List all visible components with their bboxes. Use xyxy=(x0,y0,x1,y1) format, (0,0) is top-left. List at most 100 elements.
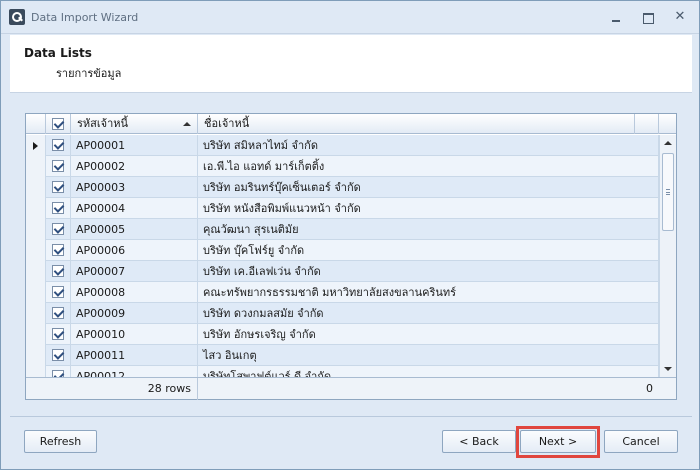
cell-name[interactable]: ไสว อินเกตุ xyxy=(198,345,659,366)
row-checkbox-cell[interactable] xyxy=(46,345,71,366)
cell-name[interactable]: บริษัทโสพาฟต์แวร์ ดี จำกัด xyxy=(198,366,659,377)
row-indicator[interactable] xyxy=(26,303,46,324)
row-indicator[interactable] xyxy=(26,366,46,377)
footer-summary: 0 xyxy=(646,382,653,395)
table-row[interactable]: AP00002 เอ.พี.ไอ แอทด์ มาร์เก็ตติ้ง xyxy=(26,156,659,177)
row-checkbox-cell[interactable] xyxy=(46,156,71,177)
select-all-checkbox[interactable] xyxy=(52,118,64,130)
row-checkbox[interactable] xyxy=(52,307,64,319)
row-indicator[interactable] xyxy=(26,282,46,303)
row-indicator[interactable] xyxy=(26,156,46,177)
cell-name[interactable]: บริษัท หนังสือพิมพ์แนวหน้า จำกัด xyxy=(198,198,659,219)
table-row[interactable]: AP00012 บริษัทโสพาฟต์แวร์ ดี จำกัด xyxy=(26,366,659,377)
row-checkbox[interactable] xyxy=(52,223,64,235)
row-indicator[interactable] xyxy=(26,261,46,282)
table-row[interactable]: AP00006 บริษัท บุ๊คโฟร์ยู จำกัด xyxy=(26,240,659,261)
cell-code[interactable]: AP00011 xyxy=(71,345,198,366)
row-indicator[interactable] xyxy=(26,324,46,345)
table-row[interactable]: AP00001 บริษัท สมิหลาไทม์ จำกัด xyxy=(26,135,659,156)
row-checkbox[interactable] xyxy=(52,328,64,340)
row-indicator[interactable] xyxy=(26,219,46,240)
row-checkbox-cell[interactable] xyxy=(46,366,71,377)
grid-header: รหัสเจ้าหนี้ ชื่อเจ้าหนี้ xyxy=(26,114,676,134)
column-header-name[interactable]: ชื่อเจ้าหนี้ xyxy=(198,114,635,134)
minimize-icon[interactable] xyxy=(609,11,623,23)
row-checkbox[interactable] xyxy=(52,202,64,214)
table-row[interactable]: AP00008 คณะทรัพยากรธรรมชาติ มหาวิทยาลัยสง… xyxy=(26,282,659,303)
row-indicator[interactable] xyxy=(26,135,46,156)
header-panel: Data Lists รายการข้อมูล xyxy=(10,35,692,93)
footer-divider xyxy=(10,416,692,417)
page-title: Data Lists xyxy=(24,46,92,60)
cell-code[interactable]: AP00010 xyxy=(71,324,198,345)
cell-name[interactable]: คุณวัฒนา สุรเนติมัย xyxy=(198,219,659,240)
row-checkbox[interactable] xyxy=(52,349,64,361)
refresh-button[interactable]: Refresh xyxy=(24,430,97,453)
data-grid: รหัสเจ้าหนี้ ชื่อเจ้าหนี้ AP00001 บริษัท … xyxy=(25,113,677,400)
maximize-icon[interactable] xyxy=(641,11,655,24)
row-checkbox-cell[interactable] xyxy=(46,261,71,282)
row-checkbox-cell[interactable] xyxy=(46,240,71,261)
cell-code[interactable]: AP00007 xyxy=(71,261,198,282)
cell-name[interactable]: บริษัท อมรินทร์บุ๊คเซ็นเตอร์ จำกัด xyxy=(198,177,659,198)
column-header-name-label: ชื่อเจ้าหนี้ xyxy=(204,117,250,130)
row-checkbox-cell[interactable] xyxy=(46,282,71,303)
row-checkbox[interactable] xyxy=(52,181,64,193)
column-header-code[interactable]: รหัสเจ้าหนี้ xyxy=(71,114,198,134)
row-indicator[interactable] xyxy=(26,177,46,198)
cell-name[interactable]: บริษัท ดวงกมลสมัย จำกัด xyxy=(198,303,659,324)
row-indicator[interactable] xyxy=(26,345,46,366)
grid-body: AP00001 บริษัท สมิหลาไทม์ จำกัด AP00002 เอ.… xyxy=(26,135,659,377)
close-icon[interactable]: ✕ xyxy=(673,10,687,23)
cell-name[interactable]: คณะทรัพยากรธรรมชาติ มหาวิทยาลัยสงขลานคริ… xyxy=(198,282,659,303)
cell-name[interactable]: บริษัท สมิหลาไทม์ จำกัด xyxy=(198,135,659,156)
next-button[interactable]: Next > xyxy=(520,430,596,453)
wizard-window: Data Import Wizard ✕ Data Lists รายการข้… xyxy=(0,0,700,470)
row-checkbox[interactable] xyxy=(52,286,64,298)
row-checkbox[interactable] xyxy=(52,265,64,277)
row-indicator[interactable] xyxy=(26,240,46,261)
cell-code[interactable]: AP00001 xyxy=(71,135,198,156)
scroll-thumb[interactable] xyxy=(662,153,674,231)
cell-code[interactable]: AP00012 xyxy=(71,366,198,377)
table-row[interactable]: AP00010 บริษัท อักษรเจริญ จำกัด xyxy=(26,324,659,345)
cell-code[interactable]: AP00003 xyxy=(71,177,198,198)
cell-name[interactable]: เอ.พี.ไอ แอทด์ มาร์เก็ตติ้ง xyxy=(198,156,659,177)
cell-name[interactable]: บริษัท อักษรเจริญ จำกัด xyxy=(198,324,659,345)
row-checkbox-cell[interactable] xyxy=(46,219,71,240)
sort-ascending-icon xyxy=(183,122,191,126)
scroll-up-icon[interactable] xyxy=(660,135,676,151)
table-row[interactable]: AP00004 บริษัท หนังสือพิมพ์แนวหน้า จำกัด xyxy=(26,198,659,219)
row-indicator[interactable] xyxy=(26,198,46,219)
table-row[interactable]: AP00003 บริษัท อมรินทร์บุ๊คเซ็นเตอร์ จำกั… xyxy=(26,177,659,198)
row-checkbox-cell[interactable] xyxy=(46,198,71,219)
table-row[interactable]: AP00007 บริษัท เค.อีเลฟเว่น จำกัด xyxy=(26,261,659,282)
cell-code[interactable]: AP00002 xyxy=(71,156,198,177)
table-row[interactable]: AP00011 ไสว อินเกตุ xyxy=(26,345,659,366)
cell-name[interactable]: บริษัท บุ๊คโฟร์ยู จำกัด xyxy=(198,240,659,261)
table-row[interactable]: AP00009 บริษัท ดวงกมลสมัย จำกัด xyxy=(26,303,659,324)
select-all-header[interactable] xyxy=(46,114,71,134)
scroll-down-icon[interactable] xyxy=(660,361,676,377)
row-checkbox[interactable] xyxy=(52,160,64,172)
row-checkbox-cell[interactable] xyxy=(46,324,71,345)
cell-code[interactable]: AP00008 xyxy=(71,282,198,303)
row-checkbox[interactable] xyxy=(52,139,64,151)
row-checkbox-cell[interactable] xyxy=(46,303,71,324)
row-checkbox-cell[interactable] xyxy=(46,135,71,156)
vertical-scrollbar[interactable] xyxy=(659,135,676,377)
row-checkbox-cell[interactable] xyxy=(46,177,71,198)
cell-name[interactable]: บริษัท เค.อีเลฟเว่น จำกัด xyxy=(198,261,659,282)
cell-code[interactable]: AP00004 xyxy=(71,198,198,219)
row-checkbox[interactable] xyxy=(52,244,64,256)
row-count: 28 rows xyxy=(71,378,198,400)
cell-code[interactable]: AP00006 xyxy=(71,240,198,261)
row-checkbox[interactable] xyxy=(52,370,64,377)
table-row[interactable]: AP00005 คุณวัฒนา สุรเนติมัย xyxy=(26,219,659,240)
grid-footer: 28 rows 0 xyxy=(26,377,676,400)
cancel-button[interactable]: Cancel xyxy=(604,430,678,453)
back-button[interactable]: < Back xyxy=(442,430,516,453)
cell-code[interactable]: AP00009 xyxy=(71,303,198,324)
cell-code[interactable]: AP00005 xyxy=(71,219,198,240)
title-bar: Data Import Wizard ✕ xyxy=(1,1,699,34)
